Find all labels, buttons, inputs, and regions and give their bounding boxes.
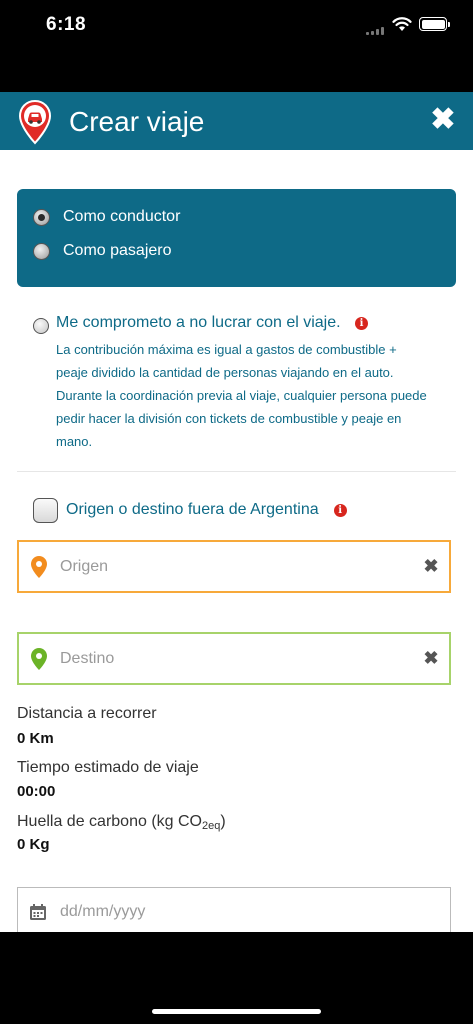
info-icon[interactable]: i [333, 503, 347, 517]
radio-passenger[interactable] [33, 242, 50, 260]
destination-pin-icon [31, 647, 47, 670]
abroad-checkbox[interactable] [33, 497, 58, 523]
modal-title: Crear viaje [69, 106, 205, 137]
battery-icon [419, 17, 450, 31]
travel-time-value: 00:00 [17, 783, 56, 800]
date-input[interactable]: dd/mm/yyyy [60, 903, 145, 921]
role-option-passenger-label: Como pasajero [63, 242, 172, 259]
calendar-icon [30, 904, 46, 920]
role-selector: Como conductor Como pasajero [17, 189, 456, 287]
cellular-signal-icon [366, 27, 386, 35]
travel-time-label: Tiempo estimado de viaje [17, 759, 199, 776]
origin-pin-icon [31, 555, 47, 578]
wifi-icon [392, 17, 412, 31]
divider [17, 471, 456, 472]
date-field[interactable]: dd/mm/yyyy [17, 887, 451, 932]
home-indicator [152, 1009, 321, 1014]
info-icon[interactable]: i [355, 317, 368, 330]
origin-input[interactable]: Origen [60, 558, 413, 576]
origin-field[interactable]: Origen ✖ [17, 540, 451, 593]
car-pin-logo-icon [18, 99, 52, 145]
status-bar: 6:18 [0, 0, 473, 54]
commitment-description: La contribución máxima es igual a gastos… [56, 342, 427, 449]
create-trip-modal: Crear viaje ✖ Como conductor Como pasaje… [0, 92, 473, 932]
commitment-radio[interactable] [33, 318, 49, 334]
role-option-passenger[interactable]: Como pasajero [33, 239, 172, 263]
distance-value: 0 Km [17, 730, 54, 747]
distance-label: Distancia a recorrer [17, 705, 157, 722]
role-option-driver-label: Como conductor [63, 208, 181, 225]
close-button[interactable]: ✖ [427, 104, 459, 136]
abroad-label: Origen o destino fuera de Argentina [66, 501, 319, 518]
destination-input[interactable]: Destino [60, 650, 413, 668]
abroad-option[interactable]: Origen o destino fuera de Argentina i [33, 497, 347, 523]
commitment-title: Me comprometo a no lucrar con el viaje. [56, 314, 341, 331]
destination-field[interactable]: Destino ✖ [17, 632, 451, 685]
destination-clear-button[interactable]: ✖ [413, 648, 449, 669]
carbon-footprint-label: Huella de carbono (kg CO2eq) [17, 813, 226, 832]
role-option-driver[interactable]: Como conductor [33, 205, 180, 229]
radio-driver[interactable] [33, 208, 50, 226]
modal-header: Crear viaje ✖ [0, 92, 473, 150]
origin-clear-button[interactable]: ✖ [413, 556, 449, 577]
status-time: 6:18 [46, 14, 87, 35]
carbon-footprint-value: 0 Kg [17, 836, 50, 853]
